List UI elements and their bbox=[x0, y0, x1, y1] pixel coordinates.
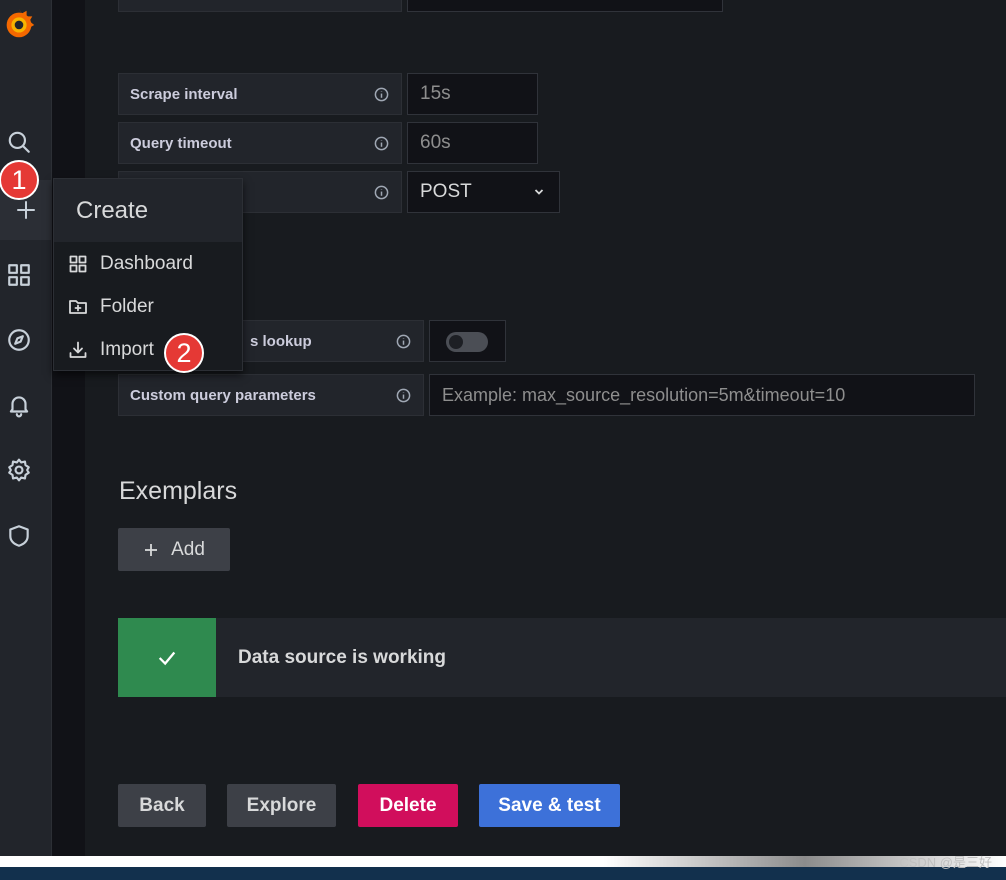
gear-icon[interactable] bbox=[2, 453, 36, 487]
series-lookup-toggle[interactable] bbox=[429, 320, 506, 362]
custom-query-input[interactable]: Example: max_source_resolution=5m&timeou… bbox=[429, 374, 975, 416]
check-icon bbox=[118, 618, 216, 697]
datasource-settings: Scrape interval 15s Query timeout 60s PO… bbox=[85, 0, 1006, 856]
compass-explore-icon[interactable] bbox=[2, 323, 36, 357]
menu-item-import[interactable]: Import bbox=[54, 328, 242, 371]
create-menu-title: Create bbox=[54, 179, 242, 242]
info-icon[interactable] bbox=[396, 334, 411, 349]
info-icon[interactable] bbox=[374, 87, 389, 102]
query-timeout-label: Query timeout bbox=[118, 122, 402, 164]
query-timeout-input[interactable]: 60s bbox=[407, 122, 538, 164]
menu-item-label: Folder bbox=[100, 295, 154, 317]
menu-item-label: Dashboard bbox=[100, 252, 193, 274]
scrape-interval-label: Scrape interval bbox=[118, 73, 402, 115]
previous-setting-label bbox=[118, 0, 402, 12]
back-button[interactable]: Back bbox=[118, 784, 206, 827]
apps-icon bbox=[69, 255, 87, 272]
exemplars-title: Exemplars bbox=[119, 477, 238, 505]
http-method-select[interactable]: POST bbox=[407, 171, 560, 213]
previous-setting-input[interactable] bbox=[407, 0, 723, 12]
taskbar bbox=[0, 867, 1006, 880]
menu-item-folder[interactable]: Folder bbox=[54, 285, 242, 328]
grafana-logo-icon[interactable] bbox=[0, 4, 38, 44]
sidebar-nav bbox=[0, 0, 52, 856]
bell-alerting-icon[interactable] bbox=[2, 388, 36, 422]
info-icon[interactable] bbox=[396, 388, 411, 403]
plus-icon bbox=[145, 543, 158, 556]
import-icon bbox=[69, 341, 87, 358]
scrape-interval-input[interactable]: 15s bbox=[407, 73, 538, 115]
toggle-knob bbox=[449, 335, 463, 349]
datasource-status-alert: Data source is working bbox=[118, 618, 1006, 697]
menu-item-label: Import bbox=[100, 338, 154, 360]
alert-message: Data source is working bbox=[238, 646, 447, 668]
shield-icon[interactable] bbox=[2, 519, 36, 553]
explore-button[interactable]: Explore bbox=[227, 784, 336, 827]
panel-gutter bbox=[52, 0, 85, 856]
step-badge-1: 1 bbox=[0, 160, 39, 200]
dashboards-icon[interactable] bbox=[2, 258, 36, 292]
toggle-track bbox=[446, 332, 488, 352]
folder-plus-icon bbox=[69, 299, 87, 314]
chevron-down-icon bbox=[534, 189, 544, 195]
create-menu: Create Dashboard Folder Import bbox=[53, 178, 243, 371]
watermark: CSDN @是三好 bbox=[899, 855, 992, 870]
save-test-button[interactable]: Save & test bbox=[479, 784, 620, 827]
add-exemplar-button[interactable]: Add bbox=[118, 528, 230, 571]
step-badge-2: 2 bbox=[164, 333, 204, 373]
grafana-app: Scrape interval 15s Query timeout 60s PO… bbox=[0, 0, 1006, 856]
info-icon[interactable] bbox=[374, 136, 389, 151]
delete-button[interactable]: Delete bbox=[358, 784, 458, 827]
menu-item-dashboard[interactable]: Dashboard bbox=[54, 242, 242, 285]
search-icon[interactable] bbox=[2, 125, 36, 159]
info-icon[interactable] bbox=[374, 185, 389, 200]
custom-query-label: Custom query parameters bbox=[118, 374, 424, 416]
